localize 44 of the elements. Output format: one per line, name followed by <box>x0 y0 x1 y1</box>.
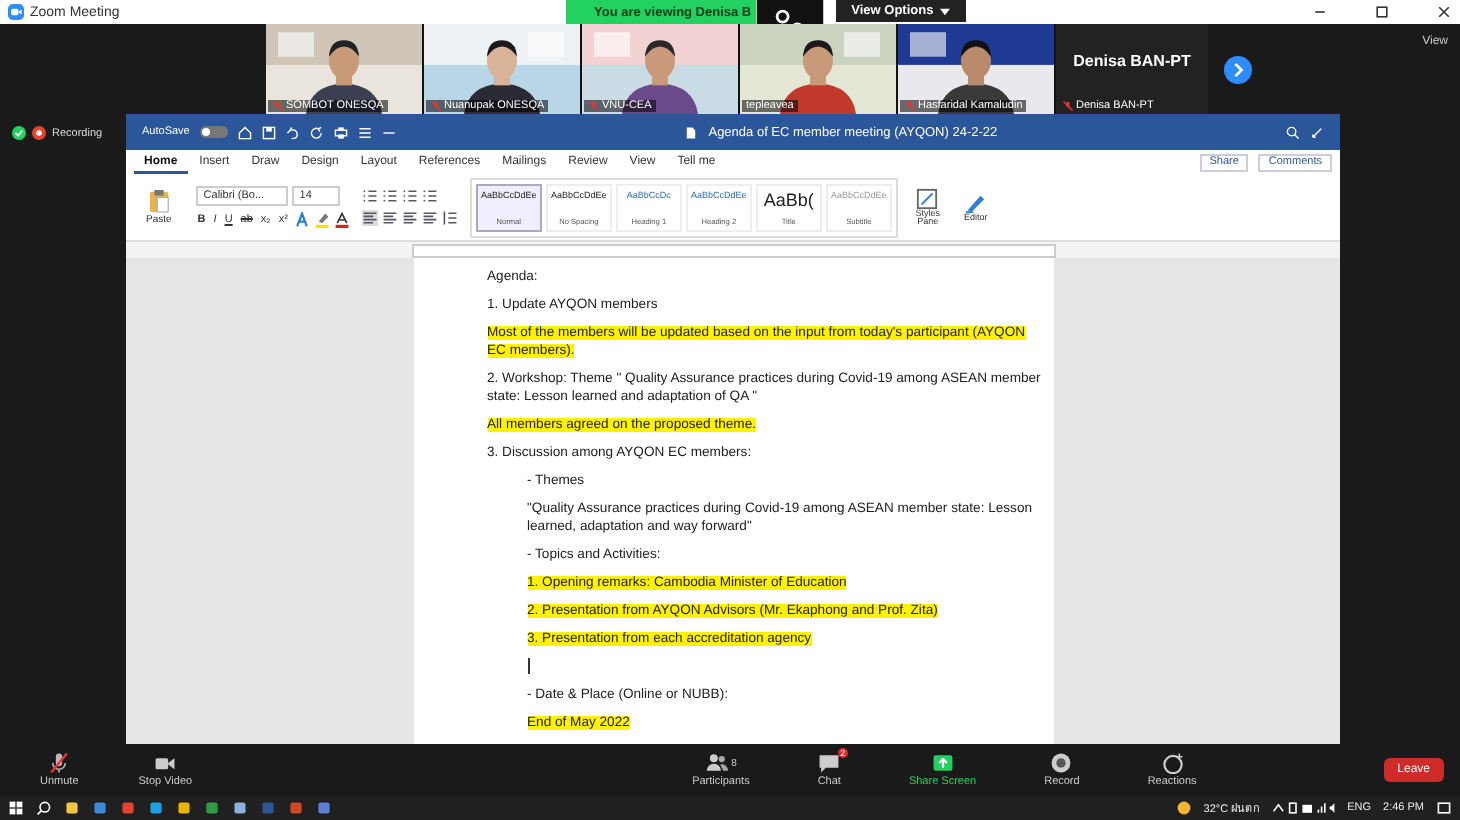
windows-start-icon[interactable] <box>8 800 24 816</box>
align-icon[interactable] <box>401 210 418 226</box>
align-icon[interactable] <box>361 210 378 226</box>
list-icon[interactable] <box>421 188 438 204</box>
highlighter-icon[interactable] <box>313 212 330 228</box>
next-page-icon[interactable] <box>1224 55 1252 83</box>
record-icon <box>32 126 46 140</box>
share-screen-icon <box>931 752 954 774</box>
print-icon[interactable] <box>333 125 348 139</box>
close-icon[interactable] <box>1436 4 1452 20</box>
speaker-title: Denisa BAN-PT <box>1073 52 1191 70</box>
undo-icon[interactable] <box>285 125 300 139</box>
notification-icon[interactable] <box>1436 800 1452 816</box>
text-cursor <box>527 658 529 674</box>
shield-icon <box>12 126 26 140</box>
document-icon <box>684 125 699 139</box>
save-icon[interactable] <box>261 125 276 139</box>
chat-icon <box>818 752 841 774</box>
redo-icon[interactable] <box>309 125 324 139</box>
pen-icon <box>964 191 987 214</box>
list-icon[interactable] <box>381 188 398 204</box>
pen-icon[interactable] <box>1310 125 1324 139</box>
align-icon[interactable] <box>421 210 438 226</box>
search-icon[interactable] <box>36 800 52 816</box>
camera-icon <box>154 752 177 774</box>
search-icon[interactable] <box>1286 125 1300 139</box>
reaction-icon <box>1161 752 1184 774</box>
record-icon <box>1050 752 1073 774</box>
font-color-icon[interactable] <box>333 212 350 228</box>
caret-icon <box>939 7 950 15</box>
tray-icons-drawing[interactable] <box>1271 800 1336 816</box>
list-icon[interactable] <box>361 188 378 204</box>
maximize-icon[interactable] <box>1374 4 1390 20</box>
clipboard-icon <box>147 188 170 214</box>
people-icon <box>705 752 728 774</box>
line-spacing-icon[interactable] <box>441 210 458 226</box>
autosave-toggle[interactable] <box>199 126 228 138</box>
align-icon[interactable] <box>381 210 398 226</box>
styles-pane-icon <box>916 187 939 209</box>
home-icon[interactable] <box>237 125 252 139</box>
list-icon[interactable] <box>401 188 418 204</box>
text-effects-icon[interactable] <box>293 212 310 228</box>
weather-icon <box>1175 800 1192 816</box>
muted-mic-icon <box>48 752 71 774</box>
